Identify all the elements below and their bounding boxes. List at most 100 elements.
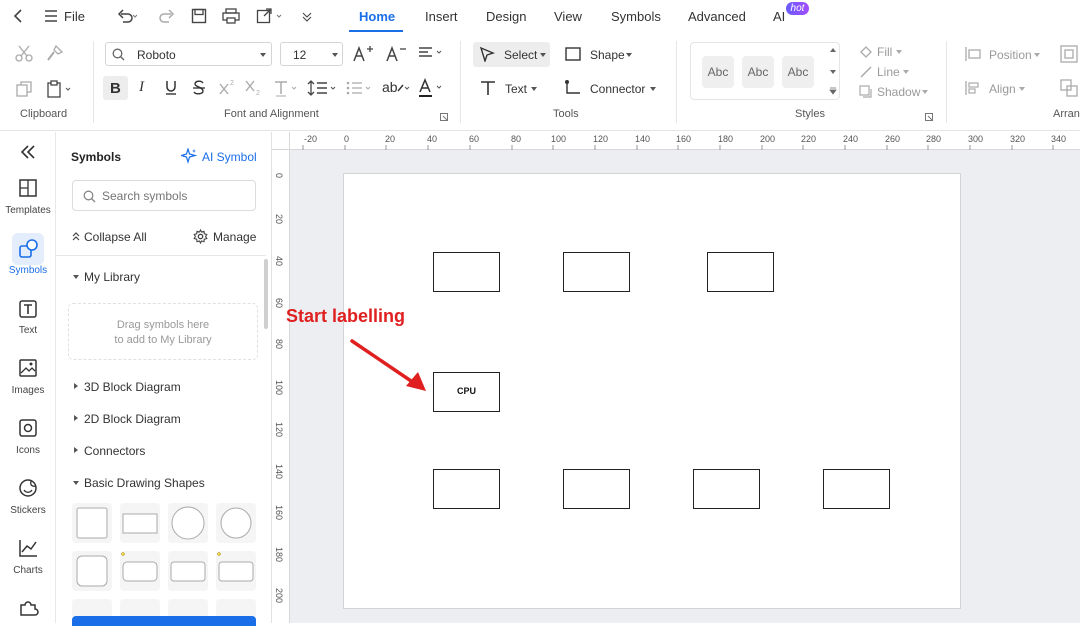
shape-rounded-square[interactable]	[72, 551, 112, 591]
ai-symbol-button[interactable]: AI Symbol	[202, 150, 257, 164]
text-align-icon[interactable]	[418, 46, 446, 60]
redo-icon[interactable]	[159, 8, 175, 24]
expand-styles-icon[interactable]	[829, 87, 837, 95]
rectangle-shape-icon[interactable]	[565, 47, 581, 61]
align-button[interactable]: Align	[989, 82, 1016, 96]
font-family-select[interactable]: Roboto	[105, 42, 272, 66]
category-connectors[interactable]: Connectors	[84, 444, 145, 458]
category-3d-block[interactable]: 3D Block Diagram	[84, 380, 181, 394]
diagram-box-cpu[interactable]: CPU	[433, 372, 500, 412]
export-icon[interactable]	[256, 7, 284, 25]
strikethrough-icon[interactable]	[192, 80, 206, 96]
superscript-icon[interactable]: 2	[219, 79, 237, 95]
plugins-icon[interactable]	[0, 599, 56, 617]
text-icon[interactable]	[0, 300, 56, 318]
symbols-icon[interactable]	[0, 239, 56, 259]
copy-icon[interactable]	[15, 80, 33, 98]
tab-design[interactable]: Design	[486, 9, 526, 24]
rail-item-text[interactable]: Text	[0, 325, 56, 336]
category-2d-block[interactable]: 2D Block Diagram	[84, 412, 181, 426]
manage-button[interactable]: Manage	[213, 230, 256, 244]
scroll-down-icon[interactable]	[829, 69, 837, 75]
diagram-box-1[interactable]	[433, 252, 500, 292]
diagram-box-6[interactable]	[563, 469, 630, 509]
tab-ai[interactable]: AI	[773, 9, 785, 24]
subscript-icon[interactable]: 2	[245, 79, 263, 97]
diagram-box-5[interactable]	[433, 469, 500, 509]
shadow-icon[interactable]	[859, 85, 873, 99]
search-input[interactable]	[102, 188, 252, 204]
tab-view[interactable]: View	[554, 9, 582, 24]
format-painter-icon[interactable]	[46, 44, 64, 62]
collapse-panel-icon[interactable]	[0, 144, 56, 160]
text-tool-icon[interactable]	[480, 80, 496, 96]
fill-button[interactable]: Fill	[877, 45, 892, 59]
style-sample-3[interactable]: Abc	[782, 56, 814, 88]
shape-rounded-rectangle-2[interactable]	[168, 551, 208, 591]
print-icon[interactable]	[222, 8, 240, 24]
tab-insert[interactable]: Insert	[425, 9, 458, 24]
text-tool-button[interactable]: Text	[505, 82, 527, 96]
bullet-list-icon[interactable]	[345, 79, 373, 97]
shape-button[interactable]: Shape	[590, 48, 625, 62]
search-box[interactable]	[72, 180, 256, 211]
tab-symbols[interactable]: Symbols	[611, 9, 661, 24]
position-icon[interactable]	[965, 46, 981, 62]
underline-icon[interactable]	[164, 80, 178, 96]
collapse-all-button[interactable]: Collapse All	[84, 230, 147, 244]
text-case-icon[interactable]	[273, 79, 301, 97]
style-sample-1[interactable]: Abc	[702, 56, 734, 88]
rail-item-symbols[interactable]: Symbols	[0, 265, 56, 276]
ai-sparkle-icon[interactable]	[181, 148, 197, 164]
group-icon[interactable]	[1060, 45, 1078, 63]
rail-item-templates[interactable]: Templates	[0, 205, 56, 216]
back-icon[interactable]	[12, 8, 26, 24]
icons-icon[interactable]	[0, 419, 56, 437]
shape-rectangle[interactable]	[120, 503, 160, 543]
italic-icon[interactable]: I	[139, 79, 144, 96]
stickers-icon[interactable]	[0, 479, 56, 497]
expand-group-icon[interactable]	[925, 113, 933, 121]
tab-advanced[interactable]: Advanced	[688, 9, 746, 24]
cut-icon[interactable]	[15, 45, 33, 63]
text-highlight-icon[interactable]: ab	[381, 79, 411, 97]
diagram-box-8[interactable]	[823, 469, 890, 509]
align-icon[interactable]	[965, 80, 981, 96]
my-library-header[interactable]: My Library	[84, 270, 140, 284]
scroll-up-icon[interactable]	[829, 47, 837, 53]
expand-group-icon[interactable]	[440, 113, 448, 121]
panel-scrollbar[interactable]	[264, 259, 268, 329]
shape-rounded-rectangle[interactable]	[120, 551, 160, 591]
more-symbols-button[interactable]	[72, 616, 256, 626]
more-chevron-icon[interactable]	[301, 10, 313, 22]
category-basic-drawing[interactable]: Basic Drawing Shapes	[84, 476, 205, 490]
connector-button[interactable]: Connector	[590, 82, 645, 96]
decrease-font-icon[interactable]	[386, 45, 406, 63]
charts-icon[interactable]	[0, 539, 56, 557]
ungroup-icon[interactable]	[1060, 79, 1078, 97]
undo-icon[interactable]	[117, 8, 137, 24]
tab-home[interactable]: Home	[359, 9, 395, 24]
templates-icon[interactable]	[0, 179, 56, 197]
rail-item-images[interactable]: Images	[0, 385, 56, 396]
rail-item-icons[interactable]: Icons	[0, 445, 56, 456]
hamburger-menu-icon[interactable]	[44, 9, 58, 23]
position-button[interactable]: Position	[989, 48, 1032, 62]
fill-icon[interactable]	[859, 45, 873, 59]
shadow-button[interactable]: Shadow	[877, 85, 920, 99]
font-color-icon[interactable]	[418, 78, 446, 98]
cpu-label[interactable]: CPU	[434, 386, 499, 396]
images-icon[interactable]	[0, 359, 56, 377]
save-icon[interactable]	[191, 8, 207, 24]
select-tool-button[interactable]: Select	[473, 42, 550, 67]
diagram-box-7[interactable]	[693, 469, 760, 509]
connector-icon[interactable]	[564, 79, 582, 97]
rail-item-charts[interactable]: Charts	[0, 565, 56, 576]
rail-item-stickers[interactable]: Stickers	[0, 505, 56, 516]
bold-button[interactable]: B	[103, 76, 128, 100]
file-menu[interactable]: File	[64, 9, 85, 24]
increase-font-icon[interactable]	[353, 45, 373, 63]
line-spacing-icon[interactable]	[307, 79, 337, 97]
diagram-box-3[interactable]	[707, 252, 774, 292]
paste-icon[interactable]	[46, 80, 74, 98]
